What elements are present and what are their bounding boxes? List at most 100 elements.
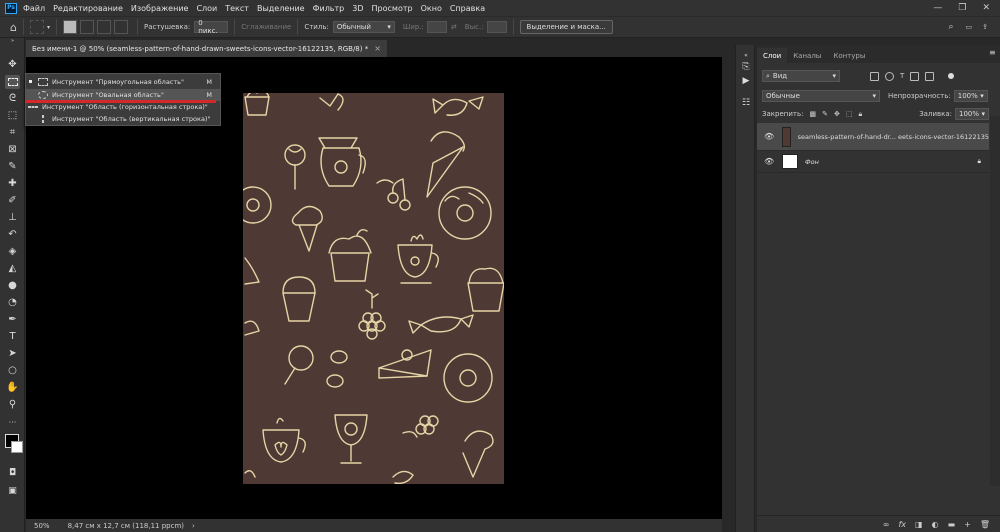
single-column-marquee-item[interactable]: Инструмент "Область (вертикальная строка… [26,113,220,125]
lock-artboard-icon[interactable]: ⬚ [846,110,853,118]
hand-tool-icon[interactable]: ✋ [5,381,20,395]
play-actions-icon[interactable]: ▶ [739,75,753,87]
menu-filter[interactable]: Фильтр [313,4,345,13]
filter-smart-object-icon[interactable] [925,71,935,81]
eyedropper-tool-icon[interactable]: ✎ [5,160,20,174]
delete-layer-icon[interactable]: 🗑 [980,520,990,529]
quick-mask-icon[interactable]: ◘ [5,466,20,480]
chevron-down-icon[interactable]: ▾ [47,24,50,31]
close-window-button[interactable]: ✕ [982,3,990,13]
frame-tool-icon[interactable]: ⊠ [5,143,20,157]
menu-window[interactable]: Окно [421,4,442,13]
layer-filter-select[interactable]: ⌕ Вид ▾ [762,70,840,82]
filter-pixel-icon[interactable] [870,71,879,81]
maximize-button[interactable]: ❐ [958,3,966,13]
blend-mode-select[interactable]: Обычные ▾ [762,90,880,102]
document-tab[interactable]: Без имени-1 @ 50% (seamless-pattern-of-h… [26,40,387,57]
adjustment-layer-icon[interactable]: ◐ [932,520,939,529]
menu-edit[interactable]: Редактирование [53,4,123,13]
marquee-preset-button[interactable] [29,20,44,34]
feather-input[interactable]: 0 пикс. [194,19,229,35]
tab-paths[interactable]: Контуры [827,48,871,63]
adjustments-icon[interactable]: ☷ [739,97,753,109]
new-layer-icon[interactable]: + [964,520,971,529]
filter-type-icon[interactable]: T [900,72,904,80]
swap-icon[interactable]: ⇄ [451,23,457,31]
tab-channels[interactable]: Каналы [787,48,827,63]
path-selection-icon[interactable]: ➤ [5,347,20,361]
visibility-eye-icon[interactable]: 👁︎ [764,132,774,141]
menu-image[interactable]: Изображение [131,4,189,13]
panel-scrollbar[interactable] [990,116,1000,486]
status-menu-arrow[interactable]: › [192,522,195,530]
menu-file[interactable]: Файл [23,4,45,13]
zoom-level[interactable]: 50% [34,522,50,530]
subtract-selection-icon[interactable] [97,20,111,34]
lock-all-icon[interactable]: 🔒︎ [858,110,862,119]
rectangular-marquee-item[interactable]: Инструмент "Прямоугольная область" M [26,76,220,88]
tab-layers[interactable]: Слои [757,48,788,63]
close-tab-icon[interactable]: × [374,44,381,53]
lock-position-icon[interactable]: ✥ [834,110,840,118]
link-layers-icon[interactable]: ∞ [883,520,890,529]
workspace-icon[interactable]: ▭ [966,23,973,31]
lasso-tool-icon[interactable]: ᘓ [5,92,20,106]
document-canvas[interactable] [243,93,504,484]
blur-tool-icon[interactable]: ● [5,279,20,293]
lock-image-icon[interactable]: ✎ [822,110,828,118]
width-input[interactable] [426,21,447,33]
dodge-tool-icon[interactable]: ◔ [5,296,20,310]
menu-3d[interactable]: 3D [352,4,363,13]
antialias-checkbox[interactable]: Сглаживание [241,23,291,31]
search-icon[interactable]: ⌕ [948,22,953,32]
marquee-tool-icon[interactable] [5,75,20,89]
eraser-tool-icon[interactable]: ◈ [5,245,20,259]
object-selection-icon[interactable]: ⬚ [5,109,20,123]
new-group-icon[interactable]: ▬ [948,520,956,529]
menu-type[interactable]: Текст [225,4,249,13]
screen-mode-icon[interactable]: ▣ [5,484,20,498]
clone-stamp-icon[interactable]: ⊥ [5,211,20,225]
minimize-button[interactable]: — [933,3,942,13]
opacity-input[interactable]: 100% ▾ [953,90,988,102]
crop-tool-icon[interactable]: ⌗ [5,126,20,140]
height-input[interactable] [486,21,507,33]
layer-name[interactable]: seamless-pattern-of-hand-dr... eets-icon… [798,133,989,141]
select-and-mask-button[interactable]: Выделение и маска... [519,20,613,34]
fx-icon[interactable]: fx [898,520,906,529]
paint-bucket-icon[interactable]: ◭ [5,262,20,276]
filter-toggle-icon[interactable] [948,73,955,79]
type-tool-icon[interactable]: T [5,330,20,344]
move-tool-icon[interactable]: ✥ [5,58,20,72]
zoom-tool-icon[interactable]: ⚲ [5,398,20,412]
share-icon[interactable]: ⇪ [982,23,988,31]
layer-row-pattern[interactable]: 👁︎ seamless-pattern-of-hand-dr... eets-i… [757,123,989,151]
add-mask-icon[interactable]: ◨ [915,520,923,529]
menu-view[interactable]: Просмотр [372,4,413,13]
brush-tool-icon[interactable]: ✐ [5,194,20,208]
visibility-eye-icon[interactable]: 👁︎ [764,157,774,166]
background-color-swatch[interactable] [11,441,23,453]
new-selection-icon[interactable] [63,20,77,34]
collapse-icon[interactable]: » [5,38,20,44]
lock-pixels-icon[interactable]: ▩ [809,110,816,118]
add-selection-icon[interactable] [80,20,94,34]
panel-menu-icon[interactable]: ≡ [989,48,996,57]
more-tools-icon[interactable]: ··· [5,416,20,430]
menu-help[interactable]: Справка [450,4,485,13]
intersect-selection-icon[interactable] [114,20,128,34]
fill-input[interactable]: 100% ▾ [955,108,989,120]
home-icon[interactable]: ⌂ [10,21,17,34]
style-select[interactable]: Обычный ▾ [332,21,395,33]
history-icon[interactable]: ⎘ [739,61,753,73]
menu-select[interactable]: Выделение [257,4,305,13]
filter-adjustment-icon[interactable] [885,71,894,81]
layer-row-background[interactable]: 👁︎ Фон 🔒︎ [757,151,989,173]
filter-shape-icon[interactable] [910,71,920,81]
history-brush-icon[interactable]: ↶ [5,228,20,242]
menu-layers[interactable]: Слои [196,4,217,13]
pen-tool-icon[interactable]: ✒ [5,313,20,327]
layer-name[interactable]: Фон [805,158,819,166]
collapse-icon[interactable]: « [739,49,753,61]
ellipse-tool-icon[interactable]: ○ [5,364,20,378]
